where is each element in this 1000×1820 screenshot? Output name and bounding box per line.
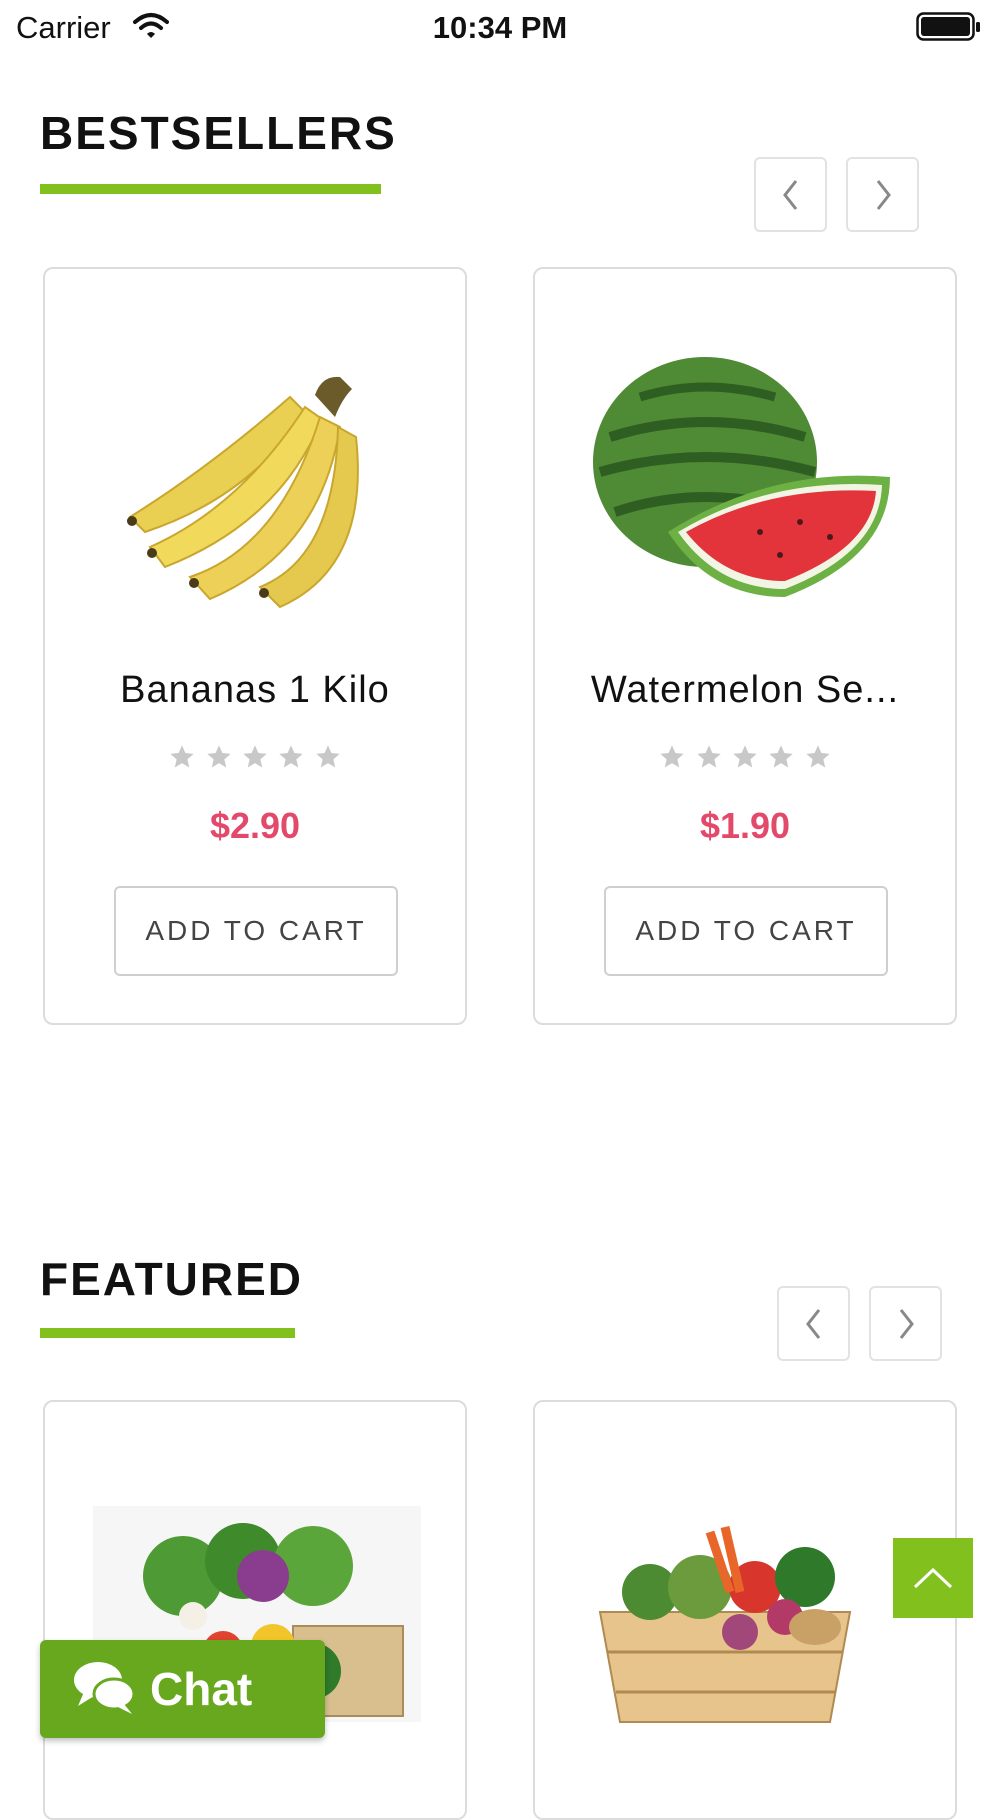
bestsellers-next-button[interactable] bbox=[846, 157, 919, 232]
product-image[interactable] bbox=[90, 327, 420, 627]
star-icon bbox=[731, 743, 759, 776]
star-icon bbox=[767, 743, 795, 776]
star-icon bbox=[314, 743, 342, 776]
product-image[interactable] bbox=[590, 1492, 890, 1732]
rating-stars bbox=[45, 743, 465, 776]
star-icon bbox=[804, 743, 832, 776]
featured-underline bbox=[40, 1328, 295, 1338]
star-icon bbox=[241, 743, 269, 776]
bestsellers-title: BESTSELLERS bbox=[40, 107, 397, 159]
chat-button[interactable]: Chat bbox=[40, 1640, 325, 1738]
chevron-up-icon bbox=[913, 1567, 953, 1589]
chevron-right-icon bbox=[876, 179, 891, 210]
star-icon bbox=[695, 743, 723, 776]
battery-icon bbox=[916, 12, 982, 47]
product-card[interactable]: Bananas 1 Kilo $2.90 ADD TO CART bbox=[43, 267, 467, 1025]
featured-next-button[interactable] bbox=[869, 1286, 942, 1361]
featured-prev-button[interactable] bbox=[777, 1286, 850, 1361]
add-to-cart-button[interactable]: ADD TO CART bbox=[114, 886, 398, 976]
star-icon bbox=[205, 743, 233, 776]
star-icon bbox=[277, 743, 305, 776]
product-price: $2.90 bbox=[209, 805, 301, 846]
chevron-left-icon bbox=[805, 1308, 820, 1339]
bestsellers-underline bbox=[40, 184, 381, 194]
chevron-left-icon bbox=[782, 179, 797, 210]
chevron-right-icon bbox=[899, 1308, 914, 1339]
clock: 10:34 PM bbox=[432, 10, 568, 45]
rating-stars bbox=[535, 743, 955, 776]
featured-title: FEATURED bbox=[40, 1253, 304, 1305]
chat-bubbles-icon bbox=[72, 1658, 136, 1721]
product-card[interactable] bbox=[43, 1400, 467, 1820]
product-image[interactable] bbox=[580, 327, 910, 627]
star-icon bbox=[658, 743, 686, 776]
product-card[interactable]: Watermelon Se... $1.90 ADD TO CART bbox=[533, 267, 957, 1025]
scroll-to-top-button[interactable] bbox=[893, 1538, 973, 1618]
bestsellers-prev-button[interactable] bbox=[754, 157, 827, 232]
product-name[interactable]: Bananas 1 Kilo bbox=[45, 669, 465, 712]
product-name[interactable]: Watermelon Se... bbox=[535, 669, 955, 712]
chat-label[interactable]: Chat bbox=[150, 1662, 252, 1716]
product-price: $1.90 bbox=[699, 805, 791, 846]
star-icon bbox=[168, 743, 196, 776]
status-bar: Carrier 10:34 PM bbox=[0, 0, 1000, 56]
add-to-cart-button[interactable]: ADD TO CART bbox=[604, 886, 888, 976]
